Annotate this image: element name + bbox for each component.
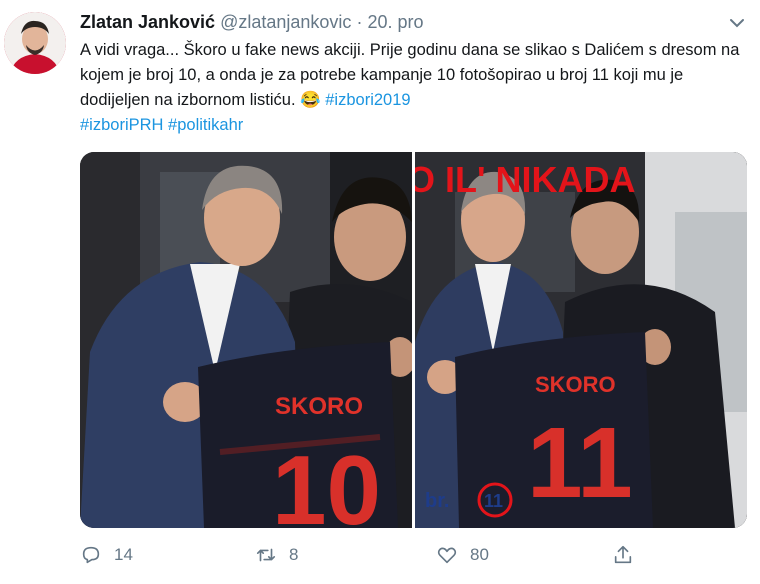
right-shirt-name: SKORO xyxy=(535,372,616,397)
avatar[interactable] xyxy=(4,12,66,74)
tweet-date[interactable]: 20. pro xyxy=(367,12,423,32)
photo-left-image: SKORO 10 xyxy=(80,152,412,528)
reply-button[interactable]: 14 xyxy=(80,544,133,566)
campaign-banner: O IL' NIKADA xyxy=(415,159,636,200)
ballot-number: 11 xyxy=(484,491,503,511)
separator-dot: · xyxy=(356,12,363,32)
photo-right-image: SKORO 11 O IL' NIKADA br. 11 xyxy=(415,152,747,528)
left-shirt-name: SKORO xyxy=(275,393,363,420)
retweet-count: 8 xyxy=(289,545,299,564)
left-shirt-number: 10 xyxy=(272,435,381,528)
hashtag-politikahr[interactable]: #politikahr xyxy=(168,116,243,134)
avatar-image xyxy=(4,12,66,74)
reply-count: 14 xyxy=(114,545,133,564)
author-name[interactable]: Zlatan Janković xyxy=(80,12,215,32)
like-count: 80 xyxy=(470,545,489,564)
photo-right[interactable]: SKORO 11 O IL' NIKADA br. 11 xyxy=(415,152,747,528)
tweet-actions: 14 8 80 xyxy=(80,544,740,578)
hashtag-izbori2019[interactable]: #izbori2019 xyxy=(325,91,410,109)
retweet-icon xyxy=(256,548,276,562)
tweet[interactable]: Zlatan Janković @zlatanjankovic · 20. pr… xyxy=(0,0,760,584)
tweet-text: A vidi vraga... Škoro u fake news akciji… xyxy=(80,38,745,138)
reply-icon xyxy=(82,546,100,564)
right-shirt-number: 11 xyxy=(527,407,633,519)
tweet-media[interactable]: SKORO 10 SKORO 11 O IL' NIKADA br. 11 xyxy=(80,152,747,528)
chevron-down-icon[interactable] xyxy=(728,14,746,32)
retweet-button[interactable]: 8 xyxy=(255,544,298,566)
like-button[interactable]: 80 xyxy=(436,544,489,566)
share-icon xyxy=(614,545,632,564)
share-button[interactable] xyxy=(612,544,646,566)
tweet-header: Zlatan Janković @zlatanjankovic · 20. pr… xyxy=(80,12,424,33)
heart-icon xyxy=(437,547,457,564)
photo-left[interactable]: SKORO 10 xyxy=(80,152,412,528)
hashtag-izboriprh[interactable]: #izboriPRH xyxy=(80,116,163,134)
author-handle[interactable]: @zlatanjankovic xyxy=(220,12,351,32)
ballot-label: br. xyxy=(425,490,449,512)
